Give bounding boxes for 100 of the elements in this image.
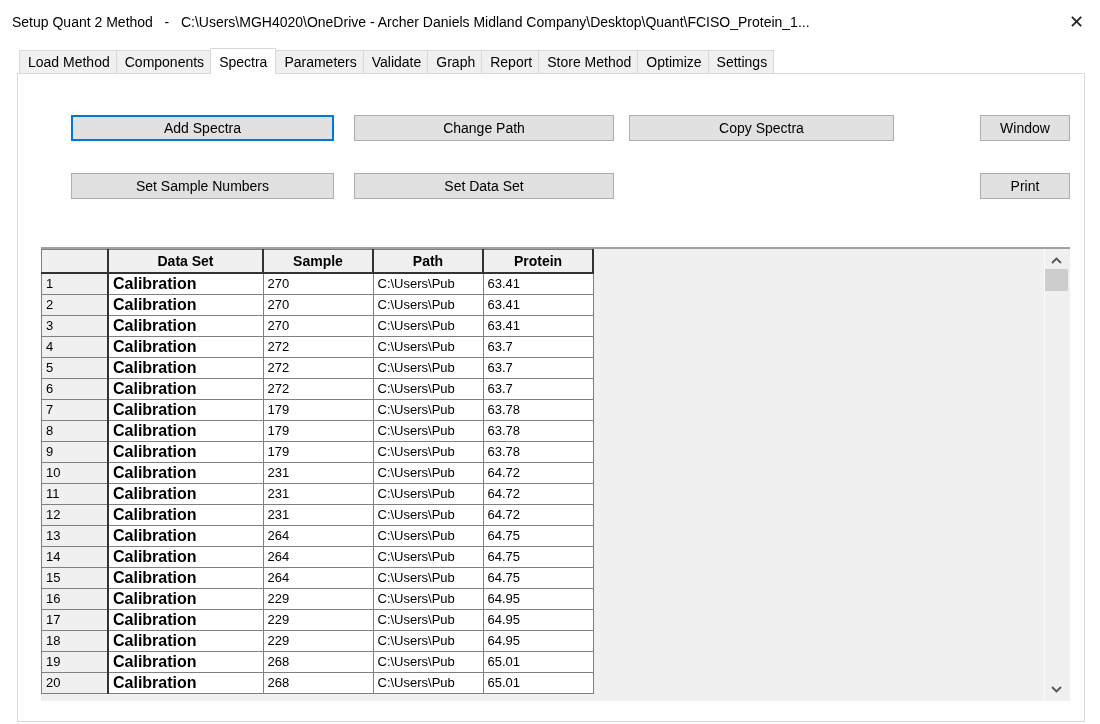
row-header[interactable]: 14 [41, 546, 108, 568]
table-cell: Calibration [108, 546, 263, 568]
row-header[interactable]: 8 [41, 420, 108, 442]
table-cell: Calibration [108, 420, 263, 442]
scroll-up-icon[interactable] [1051, 257, 1062, 264]
scroll-thumb[interactable] [1045, 269, 1068, 291]
table-cell: 179 [263, 420, 373, 442]
table-cell: 229 [263, 588, 373, 610]
table-cell: C:\Users\Pub [373, 294, 483, 316]
tab[interactable]: Load Method [19, 50, 117, 73]
table-cell: 268 [263, 672, 373, 694]
row-header[interactable]: 1 [41, 273, 108, 295]
column-header[interactable]: Sample [263, 249, 373, 273]
table-cell: 272 [263, 336, 373, 358]
table-cell: 64.95 [483, 630, 593, 652]
scrollbar[interactable] [1044, 249, 1068, 701]
table-cell: C:\Users\Pub [373, 672, 483, 694]
table-cell: 63.78 [483, 441, 593, 463]
table-cell: C:\Users\Pub [373, 399, 483, 421]
table-cell: 64.72 [483, 483, 593, 505]
tab[interactable]: Optimize [637, 50, 709, 73]
tab[interactable]: Parameters [275, 50, 364, 73]
table-cell: C:\Users\Pub [373, 462, 483, 484]
table-cell: 63.41 [483, 315, 593, 337]
row-header[interactable]: 15 [41, 567, 108, 589]
button[interactable]: Set Data Set [354, 173, 614, 199]
tab[interactable]: Spectra [210, 48, 277, 74]
table-cell: 179 [263, 441, 373, 463]
table-cell: Calibration [108, 378, 263, 400]
table-cell: Calibration [108, 525, 263, 547]
table-cell: 264 [263, 546, 373, 568]
row-header[interactable]: 3 [41, 315, 108, 337]
table-cell: 64.95 [483, 588, 593, 610]
table-cell: Calibration [108, 462, 263, 484]
table-cell: 64.75 [483, 525, 593, 547]
button[interactable]: Change Path [354, 115, 614, 141]
tab[interactable]: Store Method [538, 50, 639, 73]
row-header[interactable]: 6 [41, 378, 108, 400]
close-button[interactable]: ✕ [1063, 10, 1090, 33]
table-cell: 64.72 [483, 504, 593, 526]
row-header[interactable]: 17 [41, 609, 108, 631]
window-title: Setup Quant 2 Method - C:\Users\MGH4020\OneDrive - Archer Daniels Midland Company\Desktop\Quant\FCISO_Protein_1... [12, 13, 811, 30]
table-cell: 264 [263, 525, 373, 547]
table-cell: 231 [263, 504, 373, 526]
row-header[interactable]: 10 [41, 462, 108, 484]
row-header[interactable]: 7 [41, 399, 108, 421]
column-header[interactable]: Protein [483, 249, 593, 273]
table-cell: Calibration [108, 651, 263, 673]
row-header[interactable]: 18 [41, 630, 108, 652]
row-header[interactable]: 16 [41, 588, 108, 610]
tab[interactable]: Settings [707, 50, 775, 73]
button[interactable]: Add Spectra [71, 115, 334, 141]
row-header[interactable]: 2 [41, 294, 108, 316]
table-cell: Calibration [108, 441, 263, 463]
table-cell: C:\Users\Pub [373, 441, 483, 463]
button[interactable]: Print [980, 173, 1070, 199]
row-header[interactable]: 12 [41, 504, 108, 526]
button[interactable]: Copy Spectra [629, 115, 894, 141]
row-header[interactable]: 19 [41, 651, 108, 673]
table-cell: Calibration [108, 336, 263, 358]
row-header[interactable]: 5 [41, 357, 108, 379]
table-cell: Calibration [108, 315, 263, 337]
row-header[interactable]: 9 [41, 441, 108, 463]
table-cell: C:\Users\Pub [373, 546, 483, 568]
table-cell: 64.75 [483, 546, 593, 568]
table-cell: C:\Users\Pub [373, 630, 483, 652]
column-header[interactable]: Path [373, 249, 483, 273]
row-header[interactable]: 13 [41, 525, 108, 547]
row-header[interactable]: 11 [41, 483, 108, 505]
tab[interactable]: Report [481, 50, 540, 73]
button[interactable]: Window [980, 115, 1070, 141]
table-cell: 272 [263, 357, 373, 379]
table-cell: C:\Users\Pub [373, 504, 483, 526]
tab[interactable]: Validate [362, 50, 429, 73]
table-cell: 264 [263, 567, 373, 589]
row-header[interactable]: 4 [41, 336, 108, 358]
row-header[interactable]: 20 [41, 672, 108, 694]
tab[interactable]: Components [115, 50, 212, 73]
scroll-down-icon[interactable] [1051, 686, 1062, 693]
table-cell: 272 [263, 378, 373, 400]
table-cell: Calibration [108, 294, 263, 316]
table-cell: Calibration [108, 588, 263, 610]
table-cell: 231 [263, 462, 373, 484]
table-cell: Calibration [108, 630, 263, 652]
column-header[interactable]: Data Set [108, 249, 263, 273]
tab[interactable]: Graph [427, 50, 483, 73]
table-cell: 229 [263, 609, 373, 631]
table-cell: Calibration [108, 609, 263, 631]
button[interactable]: Set Sample Numbers [71, 173, 334, 199]
table-cell: C:\Users\Pub [373, 609, 483, 631]
table-cell: 270 [263, 294, 373, 316]
table-cell: C:\Users\Pub [373, 357, 483, 379]
table-cell: C:\Users\Pub [373, 336, 483, 358]
table-cell: Calibration [108, 567, 263, 589]
table-cell: Calibration [108, 399, 263, 421]
table-cell: 270 [263, 273, 373, 295]
table-cell: 64.75 [483, 567, 593, 589]
table-cell: Calibration [108, 483, 263, 505]
table-cell: 63.41 [483, 294, 593, 316]
table-cell: C:\Users\Pub [373, 588, 483, 610]
